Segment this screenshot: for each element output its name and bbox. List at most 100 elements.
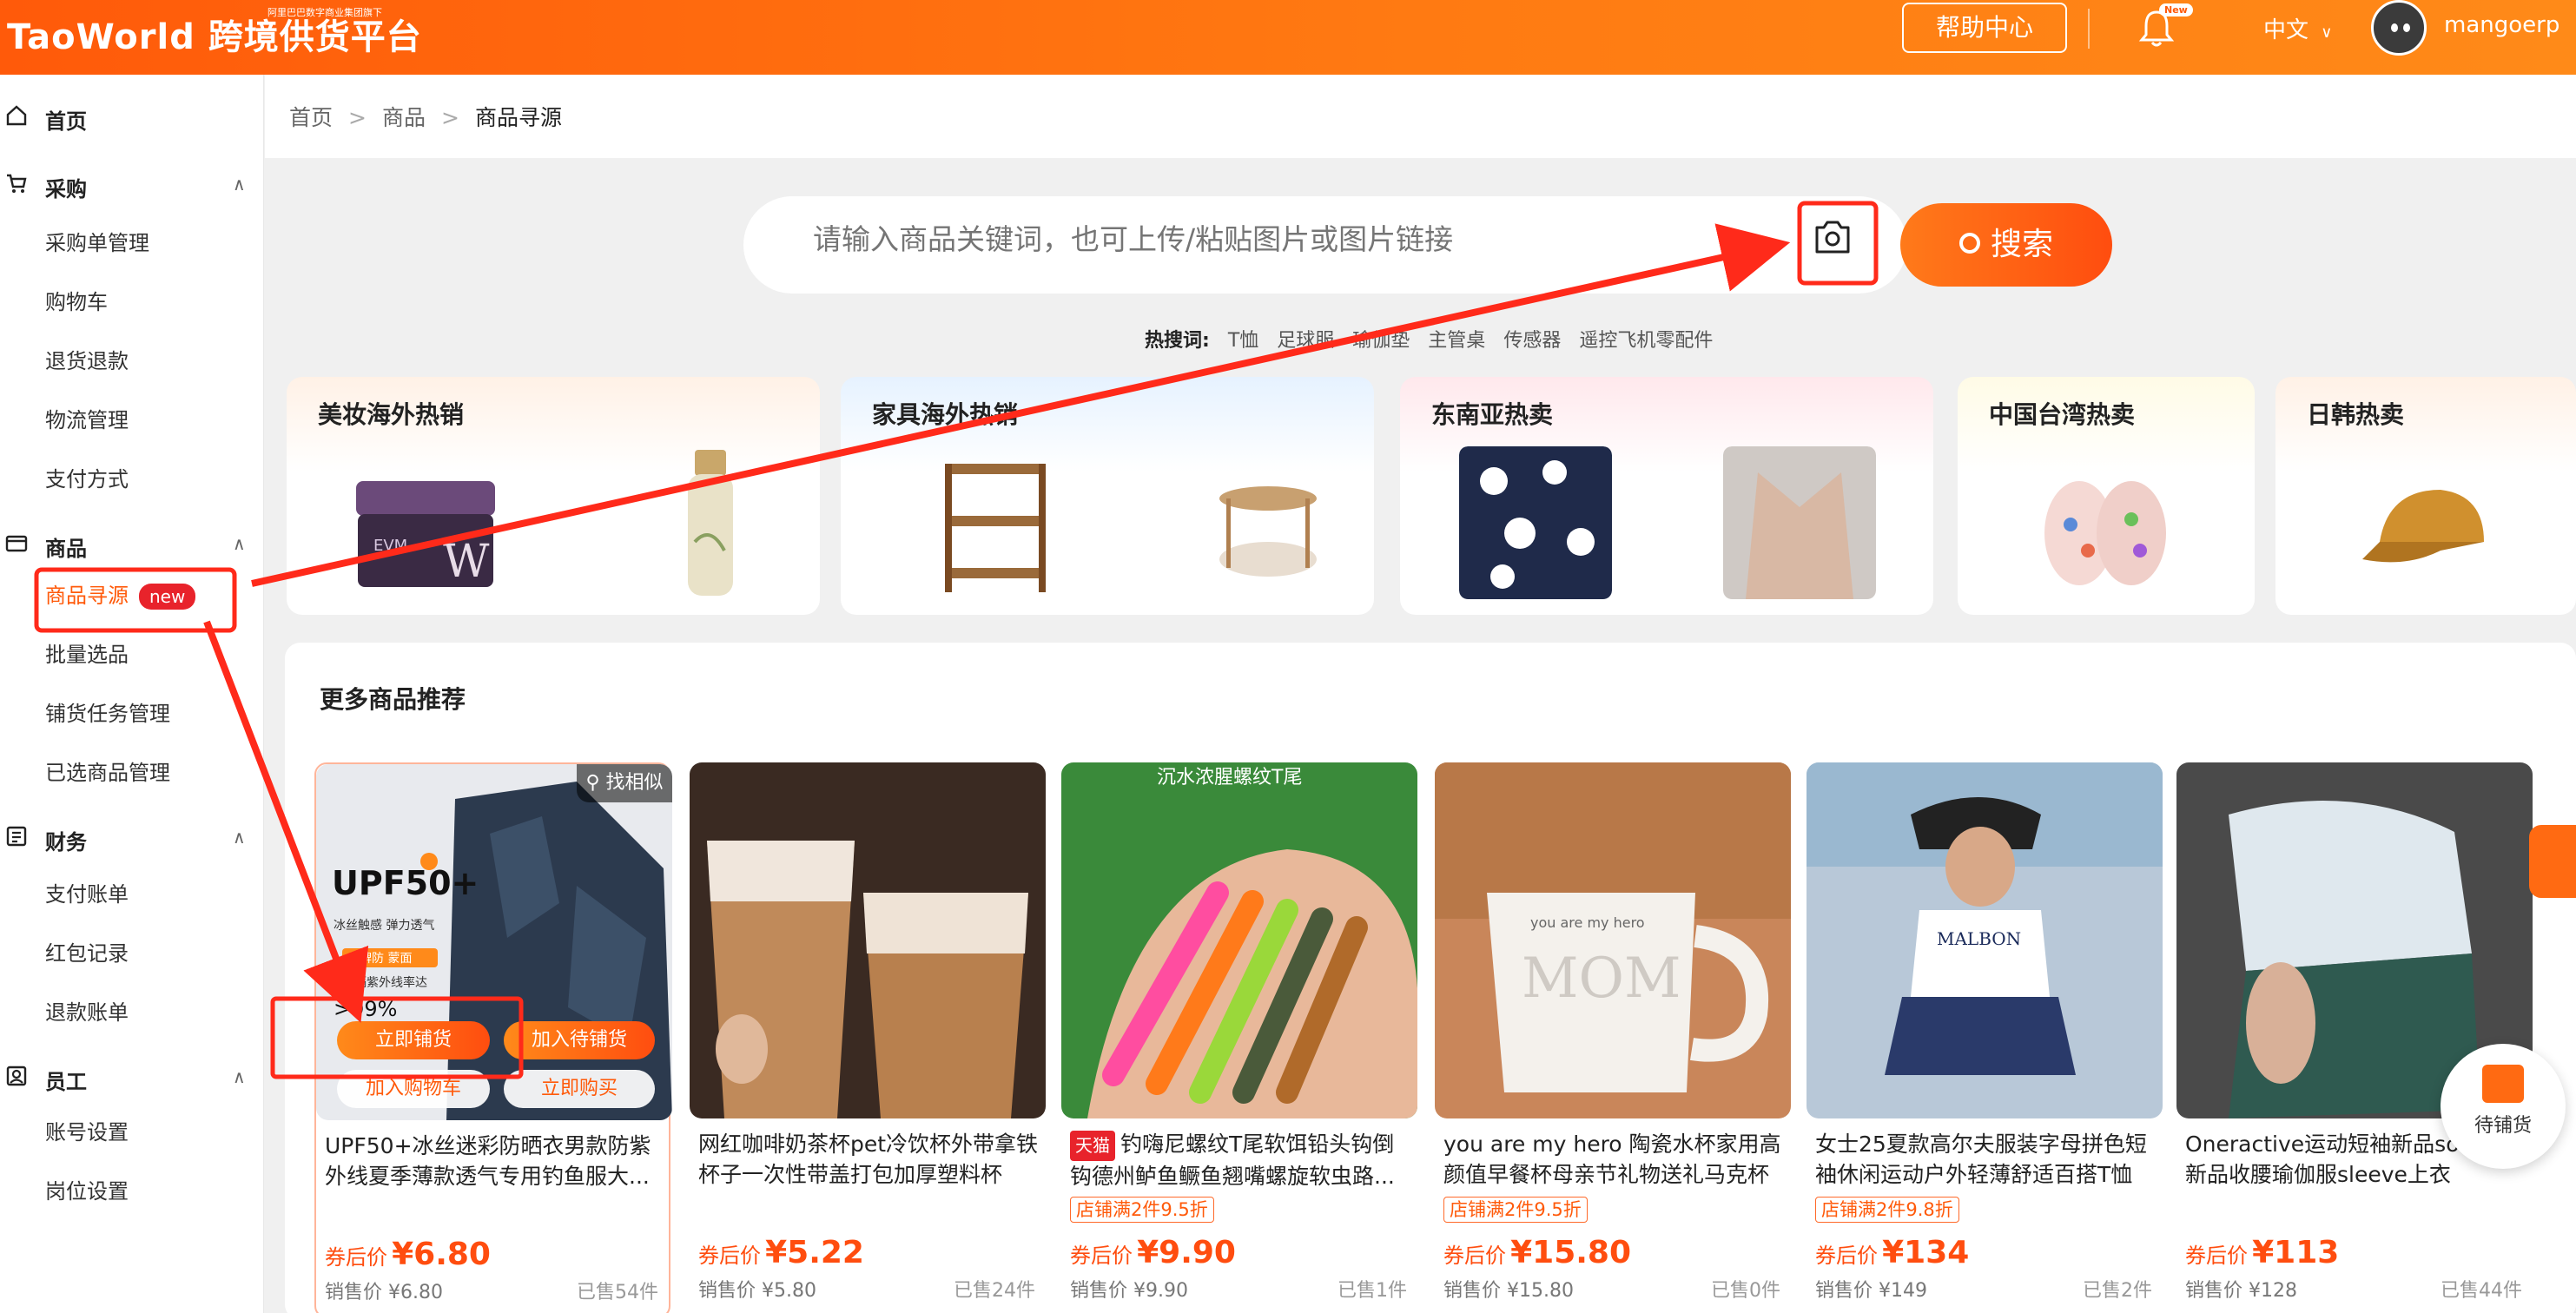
promo-tag: 店铺满2件9.8折 — [1815, 1197, 1959, 1223]
language-label: 中文 — [2263, 17, 2309, 43]
price-value: ¥15.80 — [1510, 1235, 1632, 1270]
product-image[interactable] — [690, 762, 1046, 1118]
upf-subtitle: 冰丝触感 弹力透气 — [334, 918, 434, 933]
price-row: 券后价 ¥9.90 — [1070, 1235, 1236, 1270]
product-image[interactable]: MALBON — [1807, 762, 2163, 1118]
sidebar-item-selected-products[interactable]: 已选商品管理 — [45, 755, 170, 790]
hot-word[interactable]: 主管桌 — [1428, 330, 1485, 352]
price-row: 券后价 ¥6.80 — [325, 1237, 491, 1272]
price-value: ¥5.22 — [765, 1235, 864, 1270]
price-label: 券后价 — [1070, 1244, 1133, 1268]
sidebar-item-listing-tasks[interactable]: 铺货任务管理 — [45, 696, 170, 731]
image-search-camera-icon[interactable] — [1800, 196, 1867, 280]
sidebar-item-purchase-orders[interactable]: 采购单管理 — [45, 226, 149, 261]
hot-word[interactable]: 遥控飞机零配件 — [1579, 330, 1713, 352]
search-button[interactable]: 搜索 — [1900, 203, 2112, 287]
hot-word[interactable]: 传感器 — [1503, 330, 1561, 352]
add-to-pending-button[interactable]: 加入待铺货 — [504, 1021, 655, 1059]
breadcrumb-home[interactable]: 首页 — [289, 105, 333, 130]
new-badge: new — [139, 584, 196, 610]
product-title[interactable]: 网红咖啡奶茶杯pet冷饮杯外带拿铁杯子一次性带盖打包加厚塑料杯 — [698, 1129, 1039, 1190]
avatar[interactable] — [2371, 0, 2427, 56]
customer-service-tab[interactable] — [2529, 825, 2576, 898]
sidebar-item-payment-bills[interactable]: 支付账单 — [45, 877, 129, 912]
sold-count: 已售54件 — [577, 1282, 658, 1303]
cream-jar-image: EVM W — [356, 481, 495, 588]
product-title[interactable]: UPF50+冰丝迷彩防晒衣男款防紫外线夏季薄款透气专用钓鱼服大... — [325, 1131, 665, 1191]
sale-price: 销售价 ¥15.80 — [1443, 1280, 1574, 1302]
sold-count: 已售44件 — [2441, 1280, 2522, 1302]
category-card-beauty[interactable]: 美妆海外热销 EVM W — [287, 377, 820, 615]
price-row: 券后价 ¥15.80 — [1443, 1235, 1631, 1270]
sidebar-item-bulk-select[interactable]: 批量选品 — [45, 637, 129, 672]
hot-word[interactable]: 足球服 — [1277, 330, 1334, 352]
sold-count: 已售0件 — [1711, 1280, 1780, 1302]
list-now-button[interactable]: 立即铺货 — [337, 1021, 490, 1059]
upf-heading: UPF50+ — [332, 864, 479, 902]
product-card[interactable]: UPF50+ 冰丝触感 弹力透气 大牌防 蒙面 阻隔紫外线率达 >99% ⚲ 找… — [314, 762, 672, 1313]
finance-icon — [6, 826, 27, 847]
home-icon — [6, 105, 27, 126]
mug-text: you are my hero — [1530, 914, 1645, 931]
logo-tagline: 阿里巴巴数字商业集团旗下 — [268, 7, 382, 18]
sidebar-group-purchase[interactable]: 采购 ∧ — [0, 165, 264, 203]
sidebar-item-payment-methods[interactable]: 支付方式 — [45, 462, 129, 497]
product-image[interactable]: UPF50+ 冰丝触感 弹力透气 大牌防 蒙面 阻隔紫外线率达 >99% ⚲ 找… — [316, 764, 672, 1120]
product-image[interactable]: you are my hero MOM — [1435, 762, 1791, 1118]
pending-float-label: 待铺货 — [2474, 1115, 2532, 1137]
username[interactable]: mangoerp — [2444, 12, 2559, 38]
product-title[interactable]: 女士25夏款高尔夫服装字母拼色短袖休闲运动户外轻薄舒适百搭T恤 — [1815, 1129, 2156, 1190]
category-card-southeast-asia[interactable]: 东南亚热卖 — [1400, 377, 1933, 615]
language-selector[interactable]: 中文 ∨ — [2263, 12, 2332, 44]
sidebar-item-home[interactable]: 首页 — [0, 97, 264, 135]
hot-word[interactable]: T恤 — [1228, 330, 1258, 352]
product-card[interactable]: MALBON 女士25夏款高尔夫服装字母拼色短袖休闲运动户外轻薄舒适百搭T恤 店… — [1807, 762, 2163, 1313]
sidebar-group-finance[interactable]: 财务 ∧ — [0, 818, 264, 856]
category-title: 家具海外热销 — [872, 400, 1019, 429]
price-value: ¥6.80 — [392, 1237, 491, 1272]
product-title[interactable]: 天猫 钓嗨尼螺纹T尾软饵铅头钩倒钩德州鲈鱼鳜鱼翘嘴螺旋软虫路... — [1070, 1129, 1410, 1190]
sidebar-item-product-sourcing[interactable]: 商品寻源 new — [45, 578, 196, 613]
price-label: 券后价 — [325, 1245, 387, 1270]
category-title: 中国台湾热卖 — [1989, 400, 2136, 429]
sidebar-group-products[interactable]: 商品 ∧ — [0, 525, 264, 563]
sidebar-item-logistics[interactable]: 物流管理 — [45, 403, 129, 438]
sidebar-item-account-settings[interactable]: 账号设置 — [45, 1115, 129, 1150]
notification-bell-icon[interactable]: New — [2137, 3, 2193, 49]
search-input[interactable] — [813, 222, 1681, 256]
top-header: TaoWorld 跨境供货平台 阿里巴巴数字商业集团旗下 帮助中心 New 中文… — [0, 0, 2576, 75]
price-label: 券后价 — [2185, 1244, 2248, 1268]
logo[interactable]: TaoWorld 跨境供货平台 阿里巴巴数字商业集团旗下 — [7, 7, 422, 59]
chevron-right-icon: > — [348, 105, 367, 130]
sale-price: 销售价 ¥5.80 — [698, 1280, 816, 1302]
sidebar-item-red-packets[interactable]: 红包记录 — [45, 936, 129, 971]
sold-count: 已售1件 — [1338, 1280, 1407, 1302]
sidebar-item-label: 商品寻源 — [45, 584, 129, 608]
category-card-japan-korea[interactable]: 日韩热卖 — [2275, 377, 2576, 615]
category-card-taiwan[interactable]: 中国台湾热卖 — [1958, 377, 2255, 615]
chevron-up-icon: ∧ — [233, 533, 246, 554]
hot-word[interactable]: 瑜伽垫 — [1352, 330, 1410, 352]
find-similar-button[interactable]: ⚲ 找相似 — [577, 764, 672, 802]
product-image[interactable]: 沉水浓腥螺纹T尾 — [1061, 762, 1417, 1118]
buy-now-button[interactable]: 立即购买 — [504, 1070, 655, 1108]
product-card[interactable]: 网红咖啡奶茶杯pet冷饮杯外带拿铁杯子一次性带盖打包加厚塑料杯 券后价 ¥5.2… — [690, 762, 1046, 1313]
product-card[interactable]: Oneractive运动短袖新品sofit轻薄新品收腰瑜伽服sleeve上衣 券… — [2176, 762, 2533, 1313]
price-value: ¥134 — [1882, 1235, 1970, 1270]
new-badge: New — [2159, 3, 2193, 16]
sidebar-item-cart[interactable]: 购物车 — [45, 285, 108, 320]
add-to-cart-button[interactable]: 加入购物车 — [337, 1070, 490, 1108]
hot-words-label: 热搜词: — [1145, 330, 1210, 352]
sidebar-group-staff[interactable]: 员工 ∧ — [0, 1058, 264, 1096]
sidebar-item-role-settings[interactable]: 岗位设置 — [45, 1174, 129, 1209]
product-card[interactable]: you are my hero MOM you are my hero 陶瓷水杯… — [1435, 762, 1791, 1313]
category-card-furniture[interactable]: 家具海外热销 — [841, 377, 1374, 615]
help-center-button[interactable]: 帮助中心 — [1902, 3, 2067, 53]
sidebar-item-returns[interactable]: 退货退款 — [45, 344, 129, 379]
sidebar-item-refund-bills[interactable]: 退款账单 — [45, 995, 129, 1030]
breadcrumb-products[interactable]: 商品 — [382, 105, 426, 130]
product-card[interactable]: 沉水浓腥螺纹T尾 天猫 钓嗨尼螺纹T尾软饵铅头钩倒钩德州鲈鱼鳜鱼翘嘴螺旋软虫路..… — [1061, 762, 1417, 1313]
pending-listing-float-button[interactable]: 待铺货 — [2441, 1044, 2566, 1169]
product-title[interactable]: you are my hero 陶瓷水杯家用高颜值早餐杯母亲节礼物送礼马克杯 — [1443, 1129, 1784, 1190]
tmall-badge: 天猫 — [1070, 1131, 1115, 1161]
